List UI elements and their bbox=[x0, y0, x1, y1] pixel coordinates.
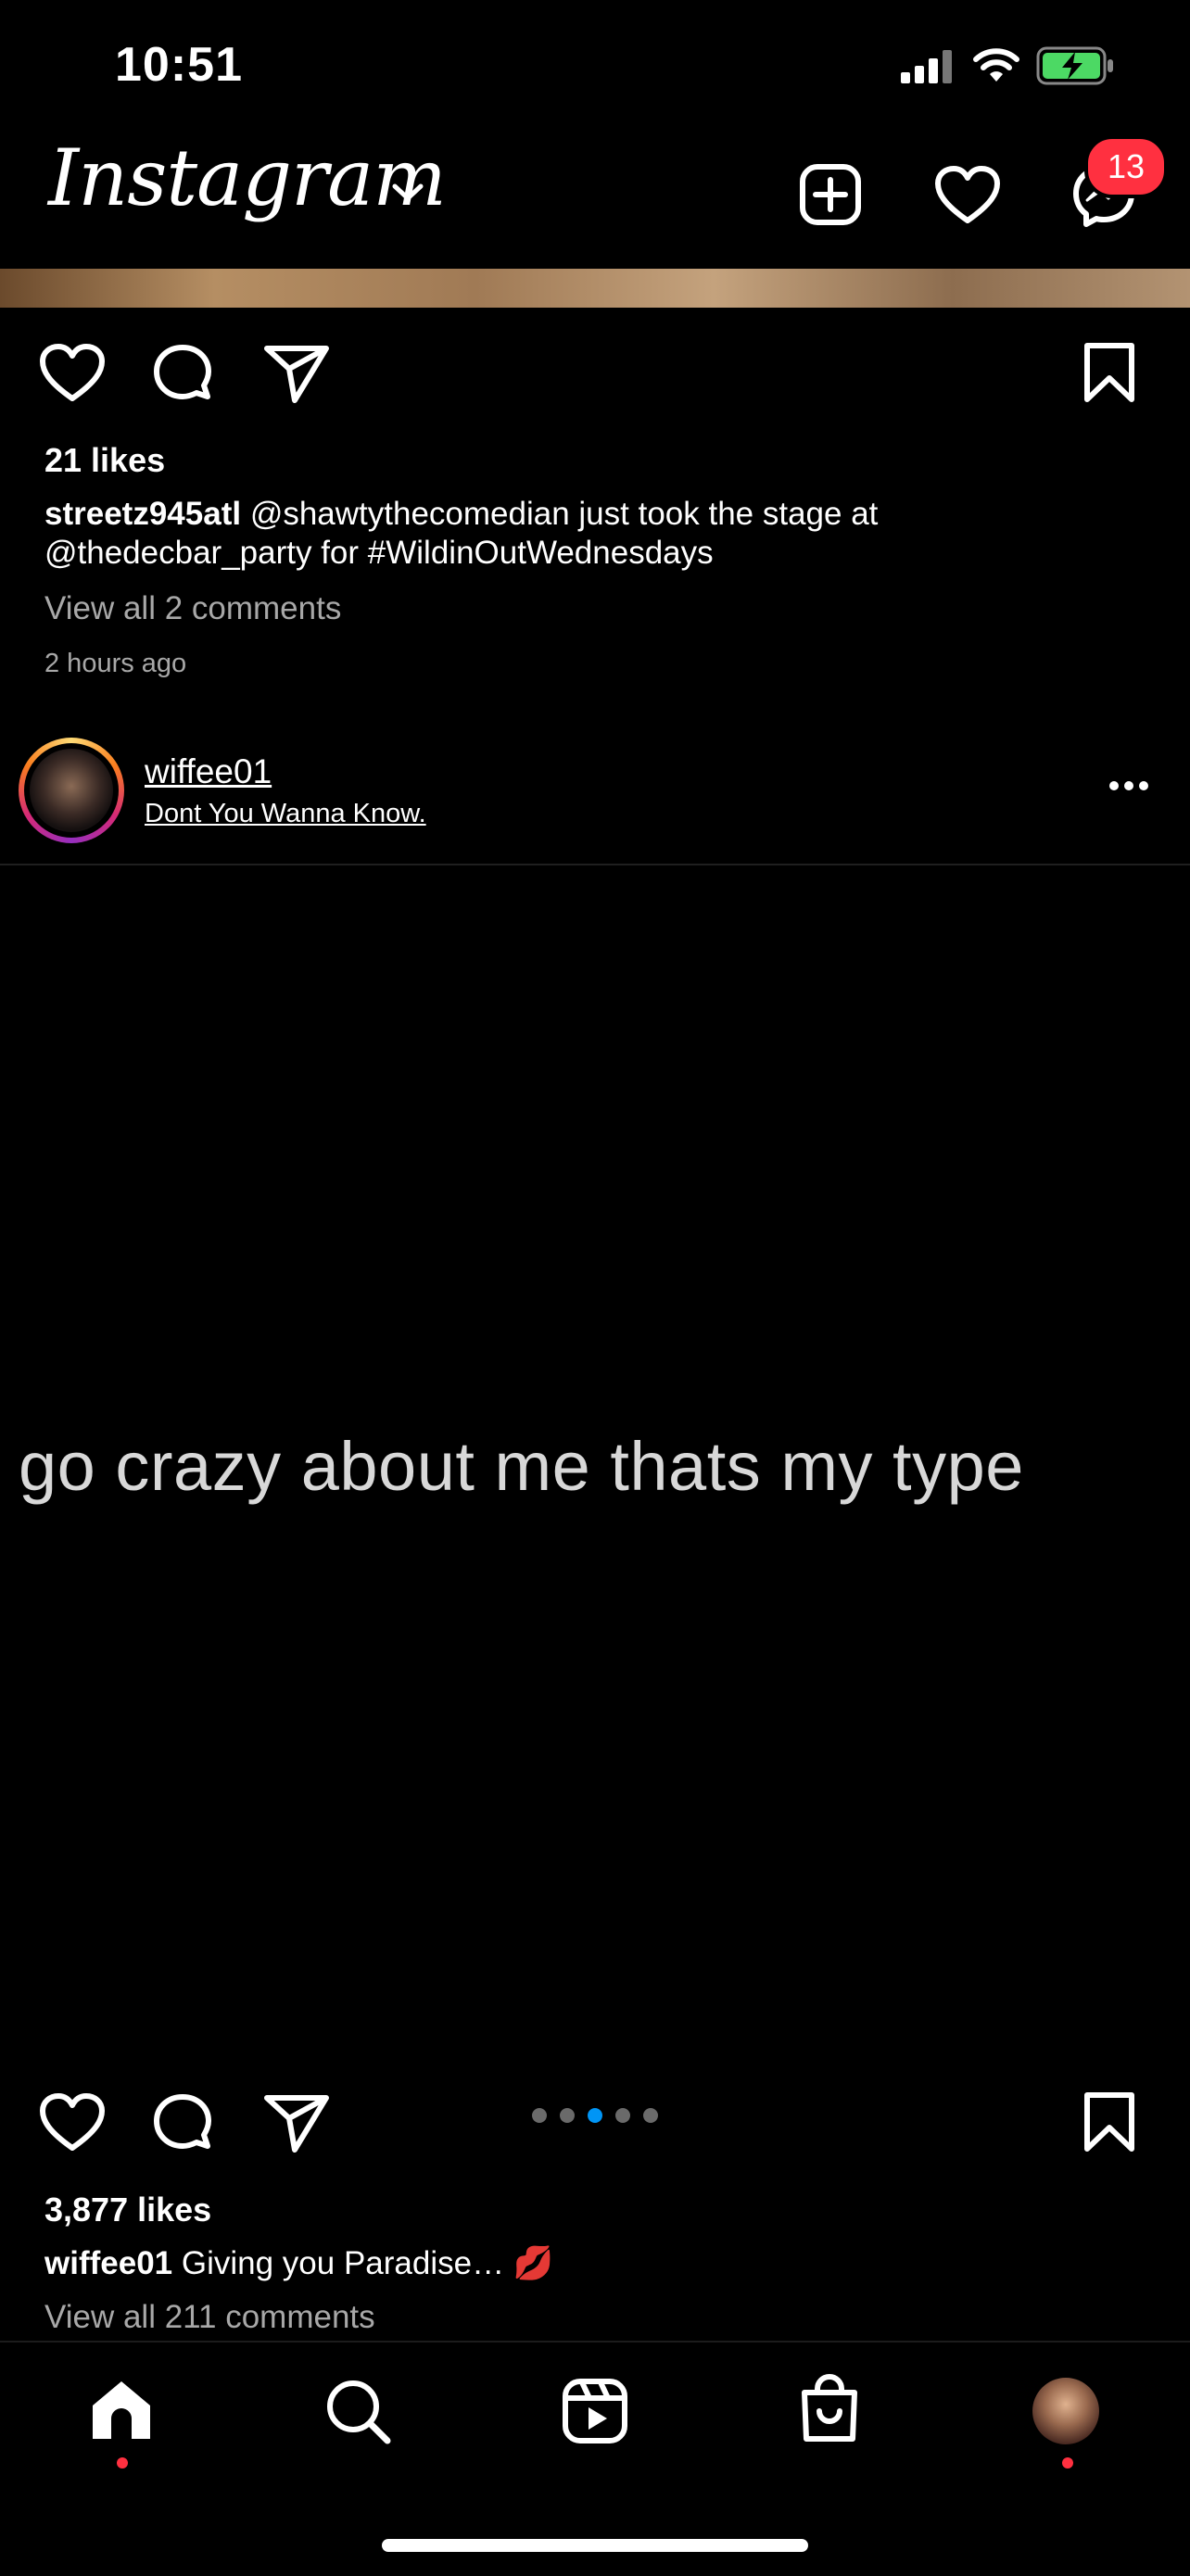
like-icon[interactable] bbox=[39, 343, 106, 402]
share-icon[interactable] bbox=[263, 343, 330, 404]
likes-count[interactable]: 21 likes bbox=[44, 441, 165, 480]
post-caption: streetz945atl @shawtythecomedian just to… bbox=[44, 495, 1157, 573]
likes-count[interactable]: 3,877 likes bbox=[44, 2191, 211, 2229]
new-post-icon[interactable] bbox=[799, 163, 862, 226]
battery-charging-icon bbox=[1036, 46, 1116, 85]
carousel-dot bbox=[560, 2108, 575, 2123]
caption-username[interactable]: streetz945atl bbox=[44, 496, 241, 532]
notification-dot bbox=[1062, 2457, 1073, 2469]
shop-icon[interactable] bbox=[797, 2374, 862, 2444]
search-icon[interactable] bbox=[324, 2378, 391, 2444]
home-icon[interactable] bbox=[89, 2378, 154, 2443]
cellular-signal-icon bbox=[901, 50, 955, 83]
view-comments-link[interactable]: View all 2 comments bbox=[44, 589, 341, 628]
like-icon[interactable] bbox=[39, 2092, 106, 2152]
share-icon[interactable] bbox=[263, 2092, 330, 2153]
post-caption: wiffee01 Giving you Paradise… 💋 bbox=[44, 2244, 553, 2283]
caption-text-line2: @thedecbar_party for #WildinOutWednesday… bbox=[44, 535, 714, 571]
avatar[interactable] bbox=[30, 749, 113, 832]
carousel-dot bbox=[532, 2108, 547, 2123]
comment-icon[interactable] bbox=[150, 343, 215, 408]
carousel-dot-active bbox=[588, 2108, 602, 2123]
caption-username[interactable]: wiffee01 bbox=[44, 2245, 172, 2281]
comment-icon[interactable] bbox=[150, 2092, 215, 2157]
audio-label[interactable]: Dont You Wanna Know. bbox=[145, 799, 426, 829]
heart-icon[interactable] bbox=[934, 165, 1001, 224]
post-timestamp: 2 hours ago bbox=[44, 649, 187, 678]
wifi-icon bbox=[973, 48, 1019, 83]
carousel-dot bbox=[615, 2108, 630, 2123]
post-image-text: go crazy about me thats my type bbox=[19, 1428, 1024, 1505]
instagram-logo[interactable]: Instagram bbox=[48, 139, 447, 217]
home-indicator bbox=[382, 2539, 808, 2552]
reels-icon[interactable] bbox=[562, 2378, 628, 2444]
messages-count-badge: 13 bbox=[1084, 135, 1168, 198]
chevron-down-icon[interactable] bbox=[391, 182, 424, 204]
more-options-icon[interactable] bbox=[1108, 780, 1149, 791]
view-comments-link[interactable]: View all 211 comments bbox=[44, 2298, 375, 2337]
profile-avatar[interactable] bbox=[1032, 2378, 1099, 2444]
caption-text-line1: @shawtythecomedian just took the stage a… bbox=[249, 496, 879, 532]
save-icon[interactable] bbox=[1082, 341, 1136, 404]
caption-text: Giving you Paradise… 💋 bbox=[181, 2245, 554, 2281]
notification-dot bbox=[117, 2457, 128, 2469]
post-image[interactable] bbox=[0, 269, 1190, 308]
status-time: 10:51 bbox=[115, 38, 243, 92]
carousel-dot bbox=[643, 2108, 658, 2123]
post-username[interactable]: wiffee01 bbox=[145, 752, 272, 791]
save-icon[interactable] bbox=[1082, 2090, 1136, 2153]
